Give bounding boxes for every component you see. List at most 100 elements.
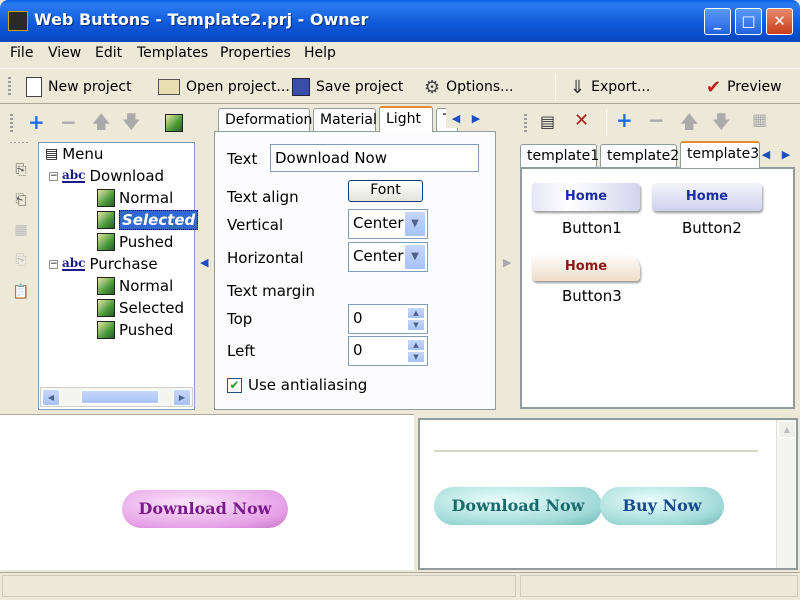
toolbar-separator (555, 73, 556, 101)
remove-icon[interactable]: − (60, 110, 77, 134)
templates-gallery[interactable]: Home Button1 Home Button2 Home Button3 (520, 167, 795, 409)
tree-item-purchase-pushed[interactable]: Pushed (97, 319, 173, 341)
splitter-right-arrow-icon[interactable]: ▶ (503, 256, 511, 269)
add-icon[interactable]: + (28, 110, 45, 134)
tree-horizontal-scrollbar[interactable]: ◀ ▶ (40, 387, 193, 407)
move-down-icon[interactable]: 🡇 (712, 110, 731, 140)
menu-file[interactable]: File (10, 45, 33, 61)
horizontal-select[interactable]: Center ▼ (348, 242, 428, 272)
vertical-select[interactable]: Center ▼ (348, 209, 428, 239)
collapse-icon[interactable]: − (49, 171, 58, 181)
maximize-button[interactable]: □ (735, 8, 762, 35)
scroll-up-icon[interactable]: ▲ (778, 421, 796, 438)
tab-scroll-right-icon[interactable]: ▶ (782, 148, 790, 161)
spin-down-icon[interactable]: ▼ (407, 319, 425, 331)
tree-item-download-normal[interactable]: Normal (97, 187, 173, 209)
tab-scroll-left-icon[interactable]: ◀ (762, 148, 770, 161)
preview-download-now-button[interactable]: Download Now (434, 487, 602, 525)
close-button[interactable]: ✕ (766, 8, 793, 35)
properties-icon[interactable]: ▤ (540, 112, 555, 131)
tab-scroll-right-icon[interactable]: ▶ (472, 112, 480, 125)
tab-template2[interactable]: template2 (600, 144, 679, 168)
delete-icon[interactable]: ✕ (574, 110, 589, 131)
cut-icon[interactable]: ▦ (10, 222, 32, 244)
chevron-down-icon[interactable]: ▼ (404, 244, 426, 270)
tree-item-purchase-selected[interactable]: Selected (97, 297, 184, 319)
props-tab-scroll[interactable]: ◀ ▶ (446, 108, 486, 128)
clipboard-icon[interactable]: 📋 (10, 284, 32, 306)
remove-template-icon[interactable]: − (648, 108, 665, 132)
status-panel-1 (2, 575, 516, 597)
tree-item-download-pushed[interactable]: Pushed (97, 231, 173, 253)
export-button[interactable]: ⇓ Export... (570, 74, 650, 100)
splitter-left-arrow-icon[interactable]: ◀ (200, 256, 208, 269)
move-down-icon[interactable]: 🡇 (122, 110, 141, 140)
tree-group-label: Download (89, 167, 165, 185)
move-up-icon[interactable]: 🡅 (680, 110, 699, 140)
minimize-button[interactable]: _ (704, 8, 731, 35)
options-button[interactable]: ⚙ Options... (424, 74, 514, 100)
menu-edit[interactable]: Edit (95, 45, 122, 61)
left-margin-stepper[interactable]: 0 ▲ ▼ (348, 336, 428, 366)
export-label: Export... (591, 79, 651, 95)
templates-toolbar-grip[interactable] (524, 114, 527, 134)
move-up-icon[interactable]: 🡅 (92, 110, 111, 140)
save-project-button[interactable]: Save project (292, 74, 403, 100)
copy-icon[interactable]: ⎘ (10, 162, 32, 184)
scroll-right-icon[interactable]: ▶ (173, 389, 191, 406)
font-button[interactable]: Font (348, 180, 423, 202)
title-bar[interactable]: Web Buttons - Template2.prj - Owner _ □ … (0, 0, 800, 42)
preview-buy-now-button[interactable]: Buy Now (600, 487, 724, 525)
tree-group-download[interactable]: − abc Download (49, 165, 164, 187)
tree-item-purchase-normal[interactable]: Normal (97, 275, 173, 297)
toolbar-grip[interactable] (8, 77, 11, 97)
collapse-icon[interactable]: − (49, 259, 58, 269)
image-icon[interactable] (165, 114, 183, 132)
tree-item-download-selected[interactable]: Selected (97, 209, 199, 231)
tree-item-label: Pushed (119, 321, 174, 339)
tree-root[interactable]: ▤ Menu (45, 143, 103, 165)
menu-view[interactable]: View (48, 45, 81, 61)
top-margin-stepper[interactable]: 0 ▲ ▼ (348, 304, 428, 334)
tab-deformation[interactable]: Deformation (218, 108, 312, 132)
tab-scroll-left-icon[interactable]: ◀ (452, 112, 460, 125)
preview-button[interactable]: ✔ Preview (706, 74, 782, 100)
tab-light[interactable]: Light (379, 106, 433, 132)
template-button-2[interactable]: Home (652, 183, 762, 211)
text-margin-label: Text margin (227, 282, 316, 300)
template-caption-3: Button3 (562, 287, 622, 305)
menu-templates[interactable]: Templates (137, 45, 208, 61)
paste-icon[interactable]: ⎗ (10, 192, 32, 214)
new-project-button[interactable]: New project (26, 74, 132, 100)
tree-toolbar: + − 🡅 🡇 (0, 104, 210, 142)
duplicate-template-icon[interactable]: ▦ (752, 110, 767, 129)
chevron-down-icon[interactable]: ▼ (404, 211, 426, 237)
tree-toolbar-grip[interactable] (10, 114, 13, 134)
menu-help[interactable]: Help (304, 45, 336, 61)
add-template-icon[interactable]: + (616, 108, 633, 132)
vertical-select-value: Center (353, 214, 404, 232)
scroll-thumb[interactable] (81, 390, 159, 404)
tab-template1[interactable]: template1 (520, 144, 599, 168)
menu-properties[interactable]: Properties (220, 45, 291, 61)
antialiasing-checkbox[interactable]: ✔ (227, 378, 242, 393)
text-input[interactable]: Download Now (270, 144, 479, 172)
horizontal-label: Horizontal (227, 249, 304, 267)
spin-up-icon[interactable]: ▲ (407, 339, 425, 351)
duplicate-icon[interactable]: ⎘ (10, 252, 32, 274)
template-button-3[interactable]: Home (532, 253, 640, 281)
preview-download-button[interactable]: Download Now (122, 490, 288, 528)
open-project-button[interactable]: Open project... (158, 74, 290, 100)
image-state-icon (97, 233, 115, 251)
scroll-left-icon[interactable]: ◀ (42, 389, 60, 406)
tree-item-label: Selected (119, 210, 199, 230)
tab-material[interactable]: Material (313, 108, 377, 132)
tree-group-purchase[interactable]: − abc Purchase (49, 253, 158, 275)
button-tree[interactable]: ▤ Menu − abc Download Normal Selected Pu… (38, 142, 199, 410)
preview-vertical-scrollbar[interactable]: ▲ (776, 420, 796, 568)
tab-template3[interactable]: template3 (680, 141, 760, 168)
template-button-1[interactable]: Home (532, 183, 640, 211)
template-tab-scroll[interactable]: ◀ ▶ (756, 144, 796, 164)
spin-up-icon[interactable]: ▲ (407, 307, 425, 319)
spin-down-icon[interactable]: ▼ (407, 351, 425, 363)
